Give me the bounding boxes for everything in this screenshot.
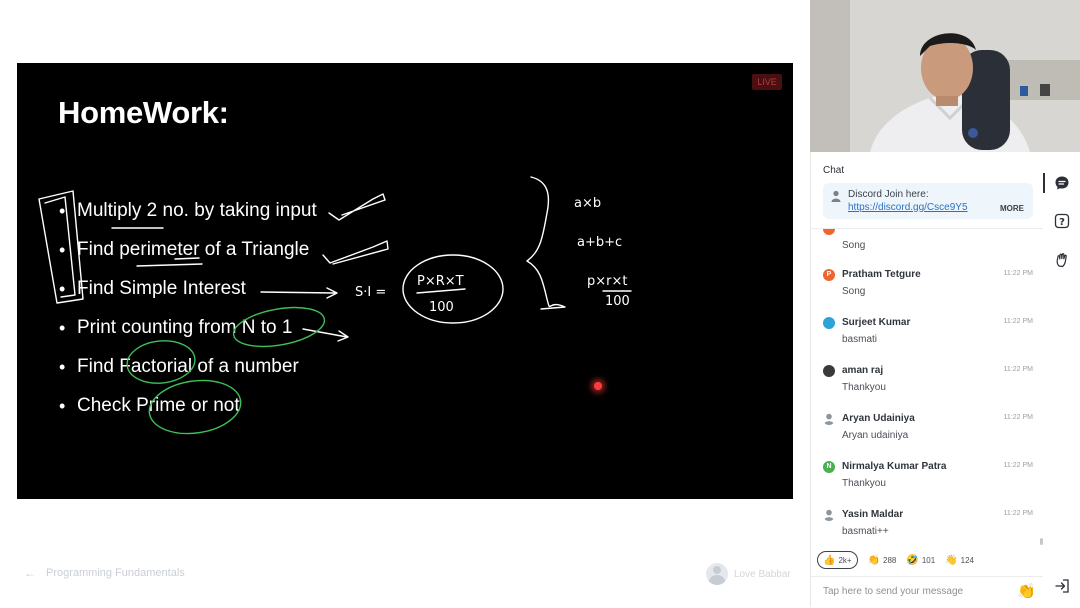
live-badge: LIVE <box>752 74 782 90</box>
slide-stage: LIVE HomeWork: Multiply 2 no. by taking … <box>17 63 793 499</box>
homework-list: Multiply 2 no. by taking input Find peri… <box>59 195 317 429</box>
pinned-message[interactable]: Discord Join here: https://discord.gg/Cs… <box>823 183 1033 219</box>
reaction-thumbs-up[interactable]: 👍 2k+ <box>817 551 858 569</box>
message-text: basmati++ <box>842 526 889 537</box>
exit-icon[interactable] <box>1054 578 1070 594</box>
avatar: P <box>823 269 835 281</box>
laser-pointer <box>594 382 602 390</box>
list-item: Aryan Udainiya 11:22 PM Aryan udainiya <box>811 413 1044 461</box>
message-time: 11:22 PM <box>1003 510 1033 517</box>
user-icon <box>831 190 841 202</box>
ink-brace <box>526 176 566 310</box>
active-indicator <box>1043 173 1045 193</box>
message-author: Aryan Udainiya <box>842 413 915 424</box>
clap-icon[interactable]: 👏 <box>1017 582 1036 600</box>
message-time: 11:22 PM <box>1003 366 1033 373</box>
message-author: Nirmalya Kumar Patra <box>842 461 947 472</box>
avatar <box>823 317 835 329</box>
message-time: 11:22 PM <box>1003 270 1033 277</box>
ink-check <box>322 240 389 265</box>
message-author: Pratham Tetgure <box>842 269 921 280</box>
message-text: Thankyou <box>842 478 886 489</box>
ink-note-axb: a×b <box>574 196 601 211</box>
wave-icon: 👋 <box>945 554 958 566</box>
question-icon[interactable]: ? <box>1054 213 1070 229</box>
message-text: Song <box>842 240 866 251</box>
avatar <box>823 229 835 235</box>
message-text: Aryan udainiya <box>842 430 909 441</box>
user-icon <box>823 413 835 425</box>
homework-item: Multiply 2 no. by taking input <box>59 195 317 234</box>
reaction-clap[interactable]: 👏 288 <box>868 552 897 568</box>
reaction-count: 101 <box>921 555 936 565</box>
message-time: 11:22 PM <box>1003 318 1033 325</box>
user-icon <box>823 509 835 521</box>
course-back-link[interactable]: ← Programming Fundamentals <box>24 566 185 580</box>
homework-item: Find Factorial of a number <box>59 351 317 390</box>
chat-title: Chat <box>823 165 845 176</box>
homework-item: Print counting from N to 1 <box>59 312 317 351</box>
ink-fraction-bar <box>416 288 466 294</box>
arrow-left-icon: ← <box>24 566 36 580</box>
course-name: Programming Fundamentals <box>46 567 185 579</box>
message-list[interactable]: Song P Pratham Tetgure 11:22 PM Song Sur… <box>811 229 1044 542</box>
ink-si-numerator: P×R×T <box>417 274 464 289</box>
message-author: Yasin Maldar <box>842 509 904 520</box>
educator-chip[interactable]: Love Babbar <box>706 563 791 585</box>
homework-item: Find perimeter of a Triangle <box>59 234 317 273</box>
reaction-count: 2k+ <box>838 555 852 565</box>
list-item: P Pratham Tetgure 11:22 PM Song <box>811 269 1044 317</box>
message-time: 11:22 PM <box>1003 414 1033 421</box>
webcam-image <box>810 0 1080 152</box>
laugh-icon: 🤣 <box>906 554 919 566</box>
avatar: N <box>823 461 835 473</box>
pinned-title: Discord Join here: <box>848 189 929 200</box>
educator-avatar <box>706 563 728 585</box>
list-item: Surjeet Kumar 11:22 PM basmati <box>811 317 1044 365</box>
ink-si-denominator: 100 <box>429 300 454 315</box>
list-item: Yasin Maldar 11:22 PM basmati++ <box>811 509 1044 542</box>
ink-check <box>328 193 386 221</box>
message-author: Surjeet Kumar <box>842 317 911 328</box>
message-text: Thankyou <box>842 382 886 393</box>
list-item: aman raj 11:22 PM Thankyou <box>811 365 1044 413</box>
ink-si-lhs: S·I = <box>355 285 386 300</box>
webcam-feed <box>810 0 1080 152</box>
reaction-bar: 👍 2k+ 👏 288 🤣 101 👋 124 <box>817 551 974 569</box>
homework-item: Check Prime or not <box>59 390 317 429</box>
side-rail: ? <box>1043 152 1080 607</box>
ink-ellipse <box>402 254 504 324</box>
message-time: 11:22 PM <box>1003 462 1033 469</box>
message-composer: 👏 <box>811 576 1044 608</box>
message-text: Song <box>842 286 866 297</box>
clap-icon: 👏 <box>867 554 881 566</box>
reaction-wave[interactable]: 👋 124 <box>945 552 974 568</box>
homework-item: Find Simple Interest <box>59 273 317 312</box>
chat-icon[interactable] <box>1054 175 1070 191</box>
reaction-laugh[interactable]: 🤣 101 <box>906 552 935 568</box>
avatar <box>823 365 835 377</box>
message-author: aman raj <box>842 365 884 376</box>
slide-title: HomeWork: <box>58 95 229 130</box>
message-text: basmati <box>842 334 878 345</box>
discord-link[interactable]: https://discord.gg/Csce9Y5 <box>848 202 968 213</box>
list-item: N Nirmalya Kumar Patra 11:22 PM Thankyou <box>811 461 1044 509</box>
more-button[interactable]: MORE <box>1000 204 1024 213</box>
list-item: Song <box>811 229 1044 271</box>
hand-raise-icon[interactable] <box>1054 252 1070 268</box>
ink-note-abc: a+b+c <box>577 235 622 250</box>
thumbs-up-icon: 👍 <box>823 554 836 566</box>
svg-text:?: ? <box>1059 217 1065 228</box>
educator-name: Love Babbar <box>734 568 791 580</box>
ink-note-prt-den: 100 <box>605 294 630 309</box>
ink-note-prt: p×r×t <box>587 274 627 289</box>
message-input[interactable] <box>823 586 1003 597</box>
reaction-count: 288 <box>883 555 897 565</box>
chat-panel: Chat Discord Join here: https://discord.… <box>810 152 1044 607</box>
reaction-count: 124 <box>960 555 975 565</box>
